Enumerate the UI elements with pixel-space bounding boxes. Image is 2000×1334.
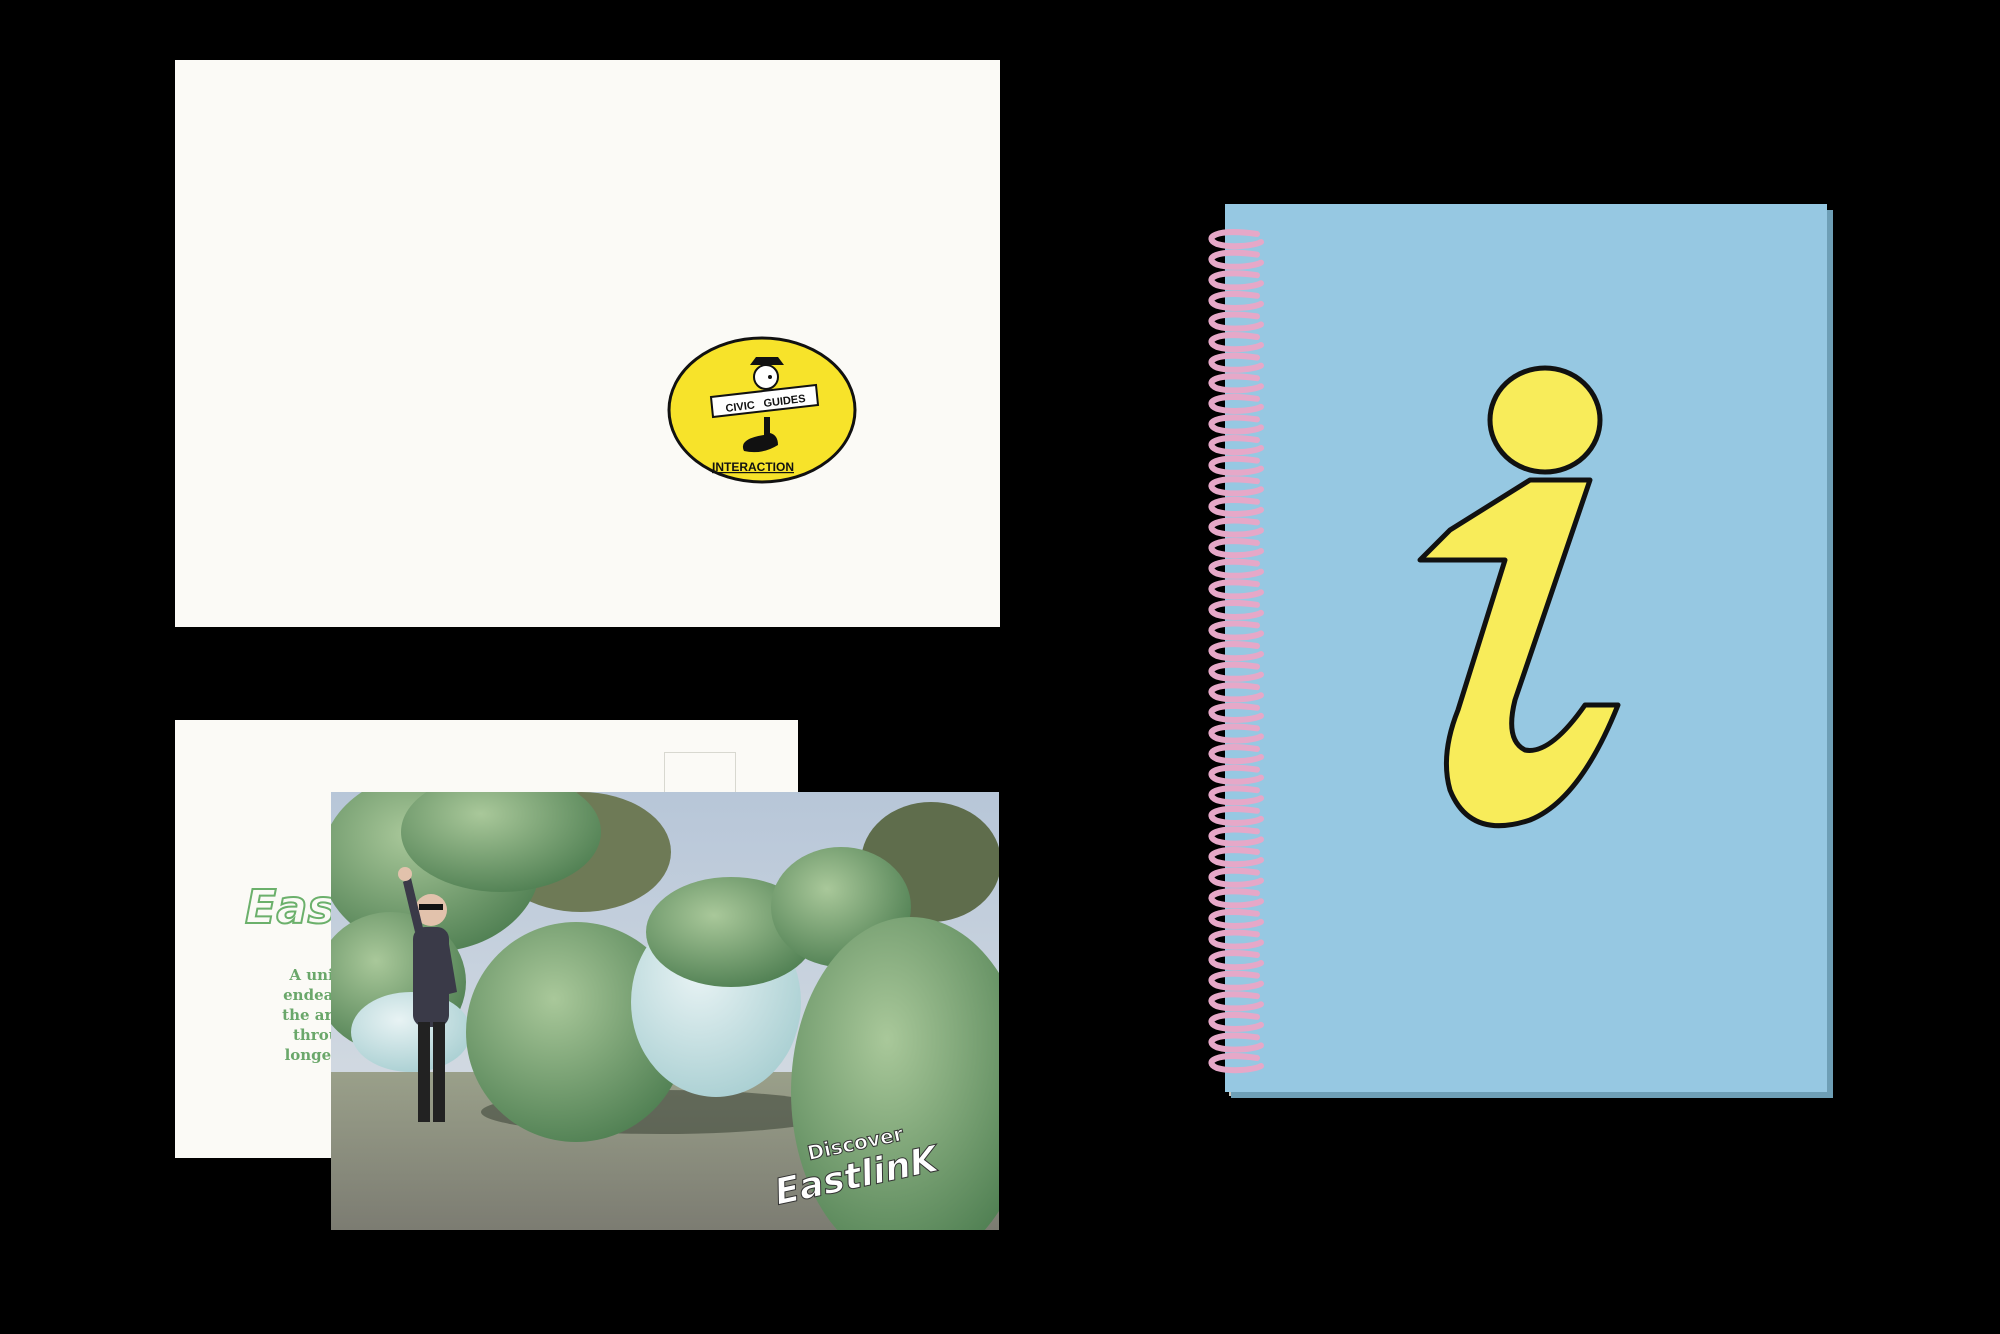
spiral-coil <box>1208 455 1264 476</box>
spiral-coil <box>1208 847 1264 868</box>
spiral-coil <box>1208 661 1264 682</box>
spiral-coil <box>1208 579 1264 600</box>
spiral-coil <box>1208 1011 1264 1032</box>
spiral-binding <box>1195 222 1275 1082</box>
spiral-coil <box>1208 744 1264 765</box>
spiral-coil <box>1208 764 1264 785</box>
logo-caption: INTERACTION <box>712 460 794 474</box>
spiral-coil <box>1208 1032 1264 1053</box>
spiral-coil <box>1208 517 1264 538</box>
spiral-coil <box>1208 805 1264 826</box>
spiral-coil <box>1208 682 1264 703</box>
spiral-coil <box>1208 950 1264 971</box>
spiral-coil <box>1208 332 1264 353</box>
spiral-coil <box>1208 599 1264 620</box>
spiral-coil <box>1208 723 1264 744</box>
spiral-coil <box>1208 435 1264 456</box>
spiral-coil <box>1208 929 1264 950</box>
spiral-coil-icon <box>1208 229 1264 1074</box>
spiral-coil <box>1208 826 1264 847</box>
spiral-coil <box>1208 393 1264 414</box>
spiral-coil <box>1208 908 1264 929</box>
spiral-coil <box>1208 558 1264 579</box>
spiral-coil <box>1208 785 1264 806</box>
spiral-coil <box>1208 970 1264 991</box>
spiral-coil <box>1208 1053 1264 1074</box>
spiral-coil <box>1208 867 1264 888</box>
spiral-coil <box>1208 641 1264 662</box>
civic-guides-badge-icon: CIVIC GUIDES INTERACTION <box>667 336 857 484</box>
photo-postcard: Discover EastlinK <box>331 792 999 1230</box>
spiral-coil <box>1208 496 1264 517</box>
spiral-coil <box>1208 290 1264 311</box>
spiral-coil <box>1208 476 1264 497</box>
spiral-coil <box>1208 270 1264 291</box>
spiral-coil <box>1208 311 1264 332</box>
spiral-coil <box>1208 373 1264 394</box>
spiral-coil <box>1208 229 1264 250</box>
civic-guides-logo: CIVIC GUIDES INTERACTION <box>666 335 858 485</box>
spiral-coil <box>1208 414 1264 435</box>
spiral-coil <box>1208 249 1264 270</box>
spiral-coil <box>1208 620 1264 641</box>
spiral-coil <box>1208 538 1264 559</box>
civic-guides-card: CIVIC GUIDES INTERACTION <box>175 60 1000 627</box>
spiral-coil <box>1208 888 1264 909</box>
spiral-coil <box>1208 352 1264 373</box>
info-i-icon <box>1410 360 1640 880</box>
spiral-coil <box>1208 702 1264 723</box>
spiral-coil <box>1208 991 1264 1012</box>
